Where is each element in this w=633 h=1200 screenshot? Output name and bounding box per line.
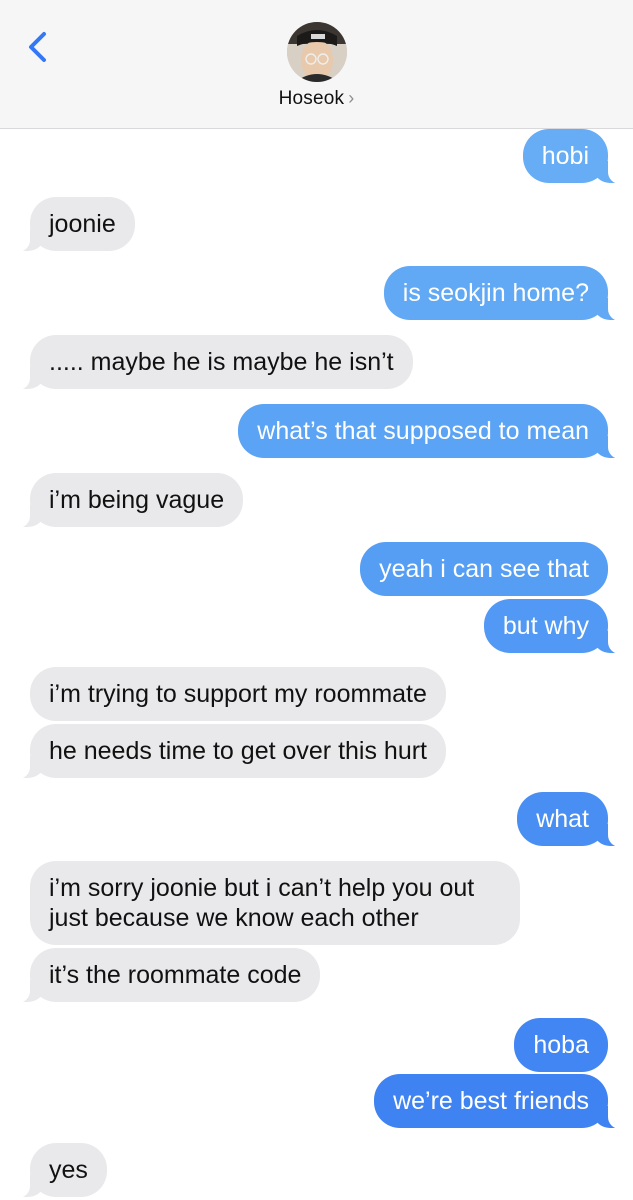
chevron-left-icon [29, 32, 46, 62]
received-message[interactable]: ..... maybe he is maybe he isn’t [16, 335, 413, 390]
received-message[interactable]: yes [16, 1143, 107, 1198]
received-message[interactable]: joonie [16, 197, 135, 252]
avatar-photo [287, 22, 347, 82]
received-message[interactable]: it’s the roommate code [15, 948, 321, 1003]
received-message[interactable]: i’m trying to support my roommate [30, 667, 446, 721]
back-button[interactable] [20, 28, 60, 68]
received-message[interactable]: i’m sorry joonie but i can’t help you ou… [30, 861, 520, 945]
conversation-header: Hoseok › [0, 0, 633, 129]
sent-message[interactable]: hoba [514, 1018, 608, 1072]
chevron-right-icon: › [348, 88, 355, 108]
received-message[interactable]: he needs time to get over this hurt [16, 724, 446, 779]
sent-message[interactable]: what’s that supposed to mean [238, 404, 622, 459]
contact-name-button[interactable]: Hoseok › [0, 88, 633, 110]
sent-message[interactable]: is seokjin home? [383, 266, 623, 321]
received-message[interactable]: i’m being vague [15, 473, 244, 528]
contact-name: Hoseok [278, 88, 345, 109]
sent-message[interactable]: we’re best friends [374, 1074, 622, 1129]
sent-message[interactable]: but why [483, 599, 623, 654]
sent-message[interactable]: what [517, 792, 622, 847]
contact-avatar[interactable] [287, 22, 347, 82]
sent-message[interactable]: yeah i can see that [360, 542, 608, 596]
sent-message[interactable]: hobi [522, 129, 623, 184]
